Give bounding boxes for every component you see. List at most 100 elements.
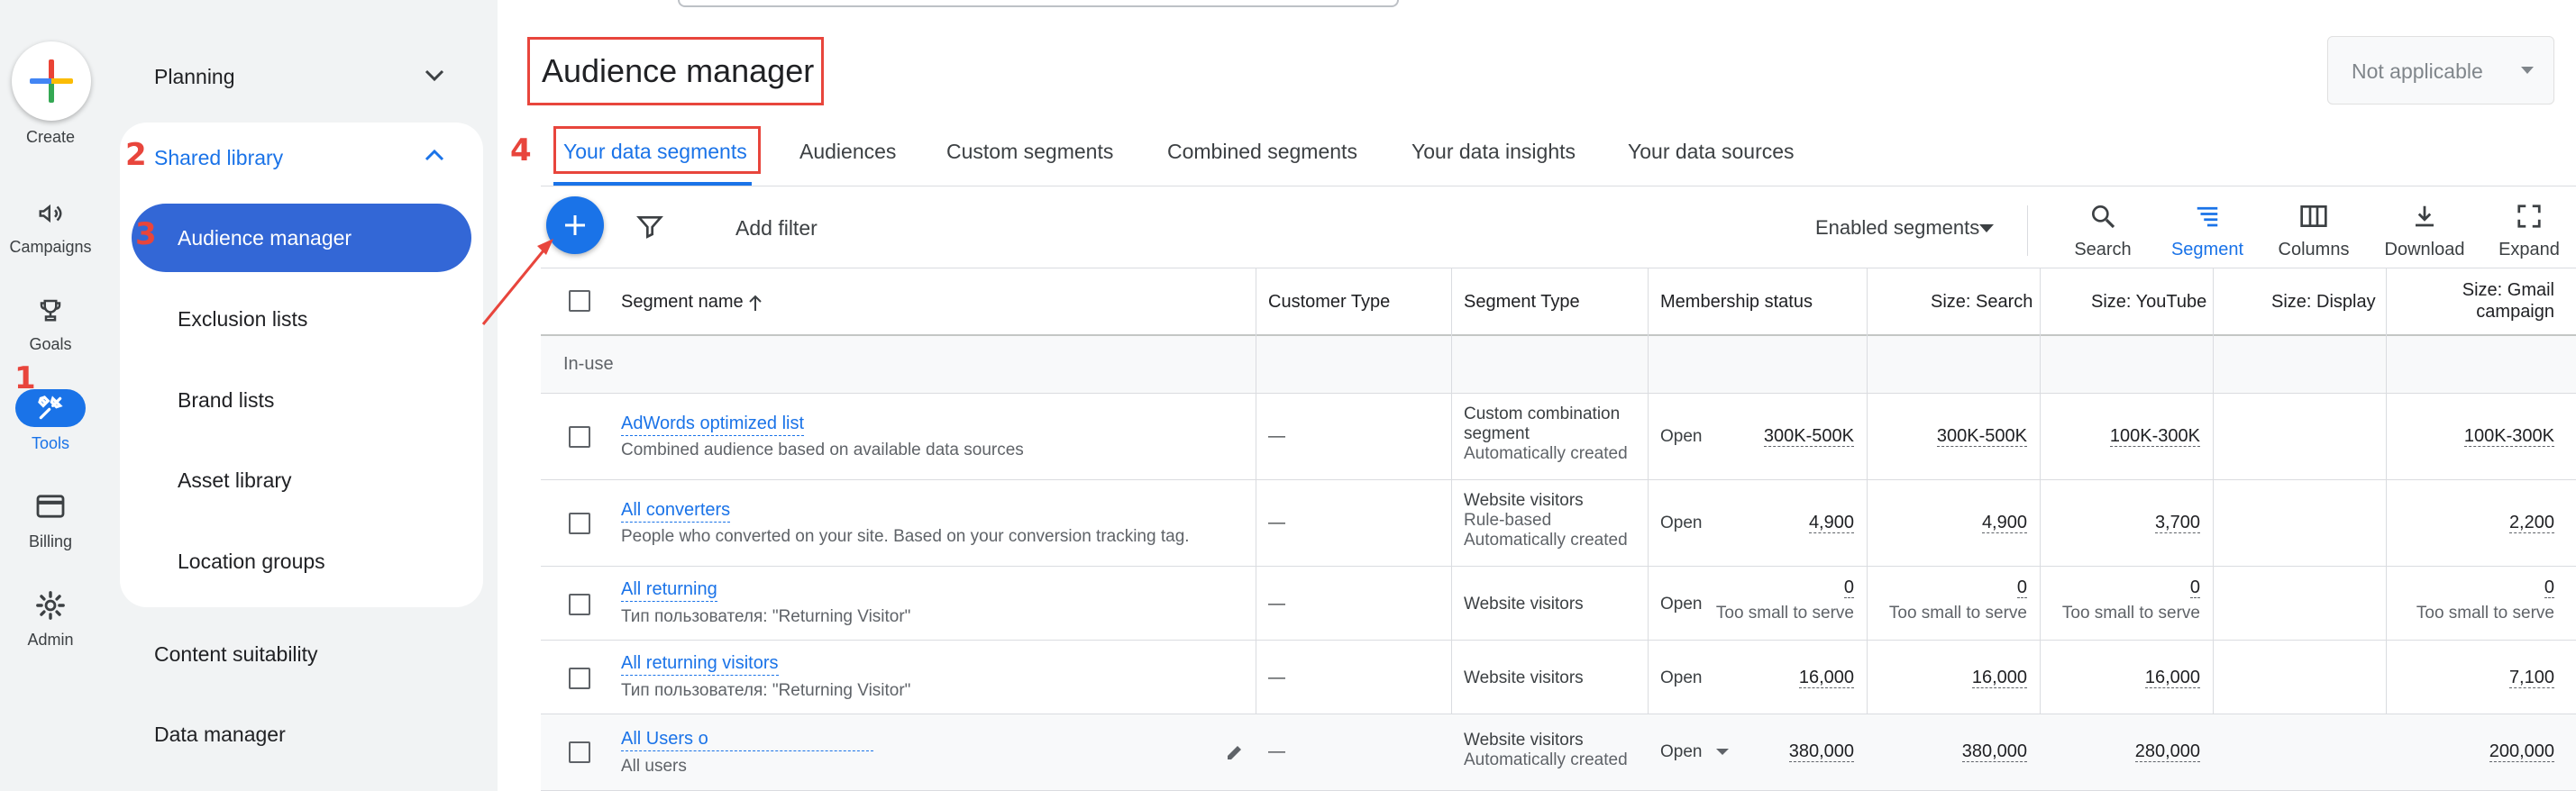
size-display[interactable]: 0 Too small to serve: [2062, 577, 2200, 623]
annotation-number: 3: [135, 216, 157, 252]
row-checkbox[interactable]: [569, 668, 590, 689]
nav-data-manager[interactable]: Data manager: [154, 723, 286, 747]
row-checkbox[interactable]: [569, 426, 590, 448]
tab-your-data-segments[interactable]: Your data segments: [563, 140, 747, 164]
table-row[interactable]: AdWords optimized list Combined audience…: [541, 394, 2576, 480]
toolbar-columns-button[interactable]: Columns: [2264, 200, 2363, 260]
column-header-size-gmail[interactable]: Size: Gmail campaign: [2462, 279, 2554, 323]
size-search[interactable]: 4,900: [1808, 513, 1854, 533]
column-header-size-youtube[interactable]: Size: YouTube: [2091, 292, 2206, 313]
create-button[interactable]: [12, 41, 91, 121]
customer-type: —: [1268, 427, 1285, 446]
row-checkbox[interactable]: [569, 741, 590, 763]
nav-planning[interactable]: Planning: [154, 65, 235, 89]
select-all-checkbox[interactable]: [569, 290, 590, 312]
edit-pencil-icon[interactable]: [1224, 741, 1246, 763]
nav-location-groups[interactable]: Location groups: [178, 550, 325, 574]
segment-type: Website visitors: [1464, 668, 1584, 687]
membership-status: Open: [1660, 427, 1703, 446]
nav-audience-manager[interactable]: Audience manager: [178, 226, 352, 250]
size-search[interactable]: 16,000: [1798, 668, 1854, 688]
plus-icon: [565, 215, 585, 235]
size-search[interactable]: 300K-500K: [1763, 426, 1854, 447]
size-gmail[interactable]: 100K-300K: [2463, 426, 2554, 447]
column-header-size-display[interactable]: Size: Display: [2271, 292, 2376, 313]
toolbar-segment-button[interactable]: Segment: [2158, 200, 2257, 260]
segment-name-link[interactable]: All returning visitors: [621, 653, 779, 676]
table-row[interactable]: All returning Тип пользователя: "Returni…: [541, 567, 2576, 641]
segment-name-link[interactable]: All converters: [621, 500, 731, 523]
customer-type: —: [1268, 514, 1285, 532]
column-header-size-search[interactable]: Size: Search: [1931, 292, 2032, 313]
size-display[interactable]: 16,000: [2144, 668, 2200, 688]
size-youtube[interactable]: 16,000: [1971, 668, 2027, 688]
size-search[interactable]: 0 Too small to serve: [1716, 577, 1854, 623]
size-youtube[interactable]: 4,900: [1981, 513, 2027, 533]
expand-icon: [2517, 205, 2541, 228]
dropdown-arrow-icon: [2521, 67, 2534, 74]
size-youtube[interactable]: 380,000: [1961, 741, 2027, 762]
group-row-in-use: In-use: [541, 336, 2576, 394]
chevron-up-icon[interactable]: [422, 146, 447, 164]
segment-description: People who converted on your site. Based…: [621, 527, 1190, 546]
column-header-segment-name[interactable]: Segment name: [621, 292, 744, 313]
table-row[interactable]: All returning visitors Тип пользователя:…: [541, 641, 2576, 714]
rail-item-billing[interactable]: Billing: [0, 532, 101, 551]
segment-description: Тип пользователя: "Returning Visitor": [621, 607, 911, 626]
shared-library-card: [120, 123, 483, 607]
table-row[interactable]: All converters People who converted on y…: [541, 480, 2576, 567]
nav-shared-library[interactable]: Shared library: [154, 146, 283, 170]
search-input[interactable]: [678, 0, 1399, 7]
column-header-customer-type[interactable]: Customer Type: [1268, 292, 1390, 313]
segment-name-link[interactable]: All returning: [621, 579, 717, 602]
gear-icon[interactable]: [32, 587, 69, 623]
toolbar-search-button[interactable]: Search: [2053, 200, 2152, 260]
tab-combined-segments[interactable]: Combined segments: [1167, 140, 1357, 164]
chevron-down-icon[interactable]: [422, 67, 447, 85]
size-youtube[interactable]: 0 Too small to serve: [1889, 577, 2027, 623]
table-row[interactable]: All Users o All users — Website visitors…: [541, 714, 2576, 791]
size-display[interactable]: 3,700: [2154, 513, 2200, 533]
segment-name-link[interactable]: All Users o: [621, 729, 873, 751]
row-checkbox[interactable]: [569, 594, 590, 615]
nav-exclusion-lists[interactable]: Exclusion lists: [178, 307, 307, 332]
campaigns-icon[interactable]: [32, 195, 69, 232]
membership-status-select[interactable]: Open: [1660, 742, 1729, 762]
segment-type: Custom combination segment Automatically c…: [1464, 405, 1628, 463]
nav-content-suitability[interactable]: Content suitability: [154, 642, 318, 667]
tab-your-data-insights[interactable]: Your data insights: [1411, 140, 1576, 164]
column-header-segment-type[interactable]: Segment Type: [1464, 292, 1580, 313]
filter-icon[interactable]: [635, 213, 665, 241]
column-header-membership[interactable]: Membership status: [1660, 292, 1813, 313]
size-display[interactable]: 100K-300K: [2109, 426, 2200, 447]
rail-item-campaigns[interactable]: Campaigns: [0, 238, 101, 257]
size-search[interactable]: 380,000: [1788, 741, 1854, 762]
size-gmail[interactable]: 2,200: [2508, 513, 2554, 533]
row-checkbox[interactable]: [569, 513, 590, 534]
nav-asset-library[interactable]: Asset library: [178, 468, 292, 493]
nav-brand-lists[interactable]: Brand lists: [178, 388, 274, 413]
size-gmail[interactable]: 0 Too small to serve: [2416, 577, 2554, 623]
enabled-segments-select[interactable]: Enabled segments: [1815, 216, 1979, 240]
search-icon: [2092, 205, 2115, 229]
account-select[interactable]: Not applicable: [2327, 36, 2554, 105]
segment-name-link[interactable]: AdWords optimized list: [621, 414, 805, 436]
toolbar-download-button[interactable]: Download: [2375, 200, 2474, 260]
tab-audiences[interactable]: Audiences: [799, 140, 896, 164]
size-gmail[interactable]: 7,100: [2508, 668, 2554, 688]
trophy-icon[interactable]: [32, 292, 69, 328]
tab-custom-segments[interactable]: Custom segments: [946, 140, 1113, 164]
add-filter-button[interactable]: Add filter: [735, 216, 818, 241]
tab-your-data-sources[interactable]: Your data sources: [1628, 140, 1795, 164]
rail-item-tools[interactable]: Tools: [0, 434, 101, 453]
rail-item-goals[interactable]: Goals: [0, 335, 101, 354]
dropdown-arrow-icon: [1979, 224, 1994, 232]
rail-item-admin[interactable]: Admin: [0, 631, 101, 650]
size-youtube[interactable]: 300K-500K: [1936, 426, 2027, 447]
size-gmail[interactable]: 200,000: [2489, 741, 2554, 762]
toolbar-expand-button[interactable]: Expand: [2480, 200, 2576, 260]
add-segment-button[interactable]: [546, 196, 604, 254]
billing-card-icon[interactable]: [32, 488, 69, 524]
sort-arrow-up-icon[interactable]: [746, 293, 764, 313]
size-display[interactable]: 280,000: [2134, 741, 2200, 762]
